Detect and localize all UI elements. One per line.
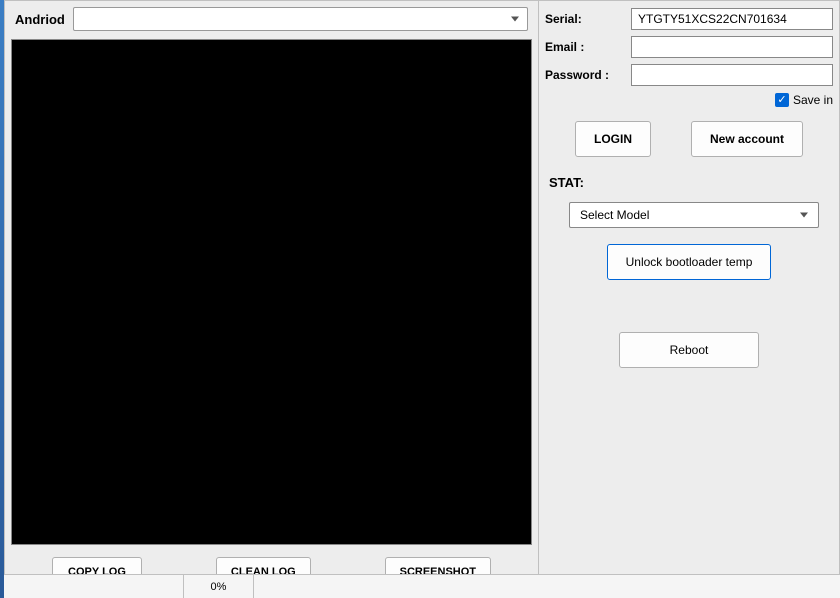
serial-input[interactable] — [631, 8, 833, 30]
email-input[interactable] — [631, 36, 833, 58]
email-label: Email : — [545, 40, 625, 54]
save-checkbox[interactable]: ✓ — [775, 93, 789, 107]
stat-label: STAT: — [539, 171, 839, 198]
model-select-value: Select Model — [580, 208, 649, 222]
password-input[interactable] — [631, 64, 833, 86]
new-account-button[interactable]: New account — [691, 121, 803, 157]
right-panel: Serial: Email : Password : ✓ Save in LOG… — [539, 0, 840, 598]
status-bar: 0% — [4, 574, 840, 598]
left-panel: Andriod COPY LOG CLEAN LOG SCREENSHOT — [4, 0, 539, 598]
model-select-dropdown[interactable]: Select Model — [569, 202, 819, 228]
password-label: Password : — [545, 68, 625, 82]
status-percent: 0% — [184, 575, 254, 598]
reboot-button[interactable]: Reboot — [619, 332, 759, 368]
serial-label: Serial: — [545, 12, 625, 26]
status-cell-1 — [4, 575, 184, 598]
unlock-bootloader-button[interactable]: Unlock bootloader temp — [607, 244, 772, 280]
status-cell-rest — [254, 575, 840, 598]
login-button[interactable]: LOGIN — [575, 121, 651, 157]
save-label: Save in — [793, 93, 833, 107]
android-dropdown[interactable] — [73, 7, 528, 31]
log-area — [11, 39, 532, 545]
android-label: Andriod — [15, 12, 65, 27]
